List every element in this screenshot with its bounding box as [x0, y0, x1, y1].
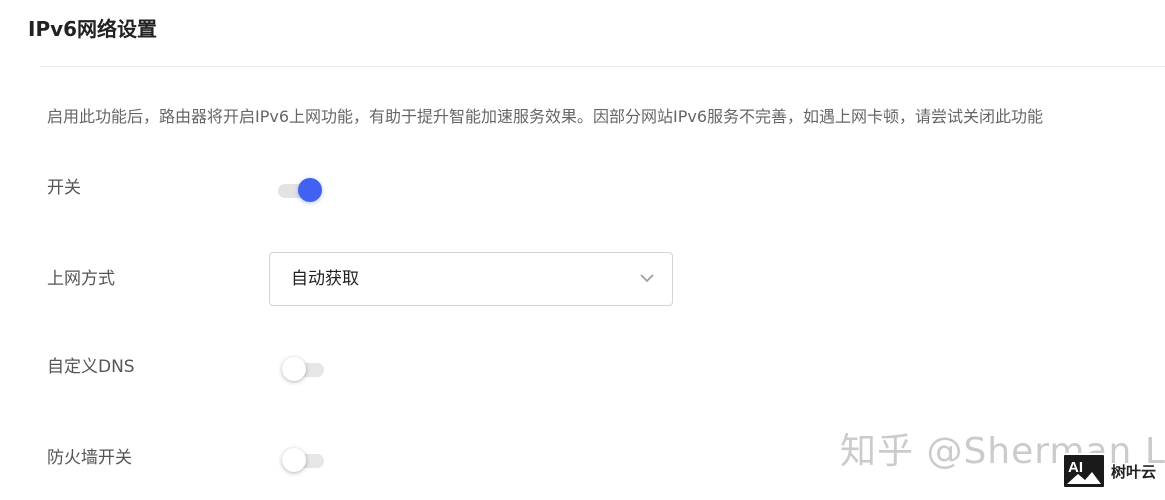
watermark-badge: AI 树叶云: [1062, 452, 1156, 490]
title-divider: [40, 66, 1165, 67]
toggle-knob: [282, 448, 306, 472]
connection-type-value: 自动获取: [291, 269, 359, 289]
ai-image-icon: AI: [1062, 453, 1106, 489]
custom-dns-toggle[interactable]: [280, 357, 326, 381]
toggle-knob: [282, 357, 306, 381]
feature-description: 启用此功能后，路由器将开启IPv6上网功能，有助于提升智能加速服务效果。因部分网…: [47, 107, 1044, 126]
switch-label: 开关: [47, 178, 81, 198]
page-title: IPv6网络设置: [28, 17, 158, 41]
connection-type-select[interactable]: 自动获取: [269, 252, 673, 306]
firewall-label: 防火墙开关: [47, 448, 132, 468]
custom-dns-label: 自定义DNS: [47, 357, 135, 377]
badge-brand: 树叶云: [1111, 462, 1157, 481]
ipv6-enable-toggle[interactable]: [276, 178, 322, 202]
firewall-toggle[interactable]: [280, 448, 326, 472]
chevron-down-icon: [640, 274, 654, 283]
badge-logo-text: AI: [1068, 459, 1083, 476]
connection-type-label: 上网方式: [47, 269, 115, 289]
ipv6-settings-page: IPv6网络设置 启用此功能后，路由器将开启IPv6上网功能，有助于提升智能加速…: [0, 0, 1165, 500]
toggle-knob: [298, 178, 322, 202]
